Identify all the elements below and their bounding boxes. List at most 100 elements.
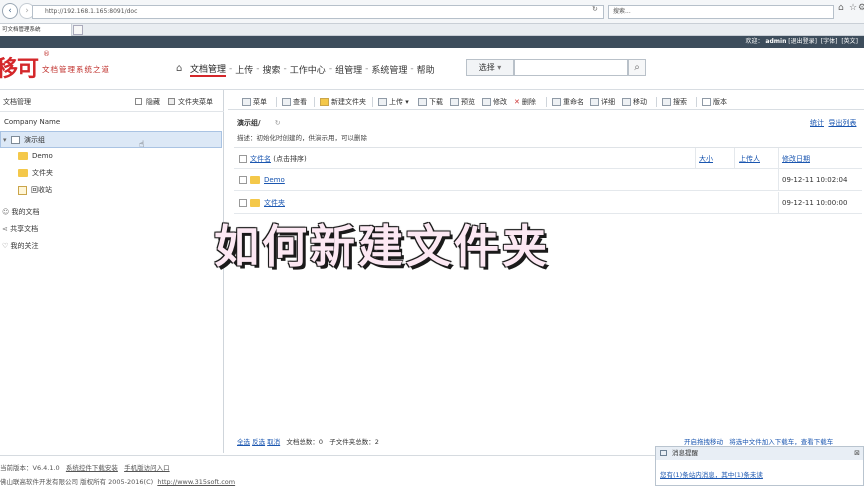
search-scope-select[interactable]: 选择 ▾ (466, 59, 514, 76)
message-title: 消息提醒 (672, 449, 698, 457)
toolbar-edit[interactable]: 修改 (482, 94, 507, 110)
tree-folder-label: 回收站 (31, 186, 52, 194)
sidebar-header: 文档管理 隐藏 文件夹菜单 (0, 92, 224, 112)
logo-tagline: 文档管理系统之道 (42, 65, 110, 74)
row-name-link[interactable]: 文件夹 (264, 199, 285, 207)
sidebar-my-documents[interactable]: ☺ 我的文档 (0, 204, 222, 221)
message-body-link[interactable]: 您有(1)条站内消息，其中(1)条未读 (660, 469, 763, 479)
close-icon[interactable]: ⊠ (854, 447, 860, 460)
search-input[interactable] (514, 59, 628, 76)
toolbar-new-folder[interactable]: 新建文件夹 (320, 94, 366, 110)
stats-link-wrap: 统计 导出列表 (810, 118, 856, 128)
toolbar-divider (314, 97, 315, 107)
nav-doc-management[interactable]: 文档管理 (190, 62, 227, 77)
nav-help[interactable]: 帮助 (417, 63, 435, 76)
toolbar-download[interactable]: 下载 (418, 94, 443, 110)
folder-description: 描述：初始化时创建的，供演示用，可以删除 (237, 134, 367, 142)
logout-link[interactable]: [退出登录] (788, 38, 817, 45)
hide-button[interactable]: 隐藏 (146, 92, 160, 112)
toolbar-version[interactable]: 版本 (702, 94, 727, 110)
invert-selection-link[interactable]: 反选 (252, 438, 265, 446)
tree-folder-demo[interactable]: Demo (0, 148, 222, 165)
cancel-selection-link[interactable]: 取消 (267, 438, 280, 446)
download-cart-link[interactable]: 将选中文件加入下载车，查看下载车 (729, 438, 833, 446)
stats-link[interactable]: 统计 (810, 119, 824, 127)
tree-recycle-bin[interactable]: 回收站 (0, 182, 222, 199)
row-checkbox[interactable] (239, 199, 247, 207)
column-size[interactable]: 大小 (699, 148, 713, 170)
folder-menu-button[interactable]: 文件夹菜单 (178, 92, 213, 112)
sidebar-my-follows[interactable]: ♡ 我的关注 (0, 238, 222, 255)
preview-icon (450, 98, 459, 106)
folder-icon (250, 176, 260, 184)
toolbar-label: 预览 (461, 98, 475, 106)
plugin-download-link[interactable]: 系统控件下载安装 (66, 464, 118, 472)
chevron-down-icon: ▾ (497, 63, 502, 72)
tree-company[interactable]: Company Name (0, 114, 222, 131)
search-scope-label: 选择 (478, 63, 495, 72)
toolbar-search[interactable]: 搜索 (662, 94, 687, 110)
refresh-icon[interactable]: ↻ (275, 119, 281, 127)
row-checkbox[interactable] (239, 176, 247, 184)
current-path: 演示组/ (237, 119, 261, 127)
toolbar-label: 重命名 (563, 98, 584, 106)
column-uploader[interactable]: 上传人 (739, 148, 760, 170)
address-bar[interactable]: http://192.168.1.165:8091/doc (32, 5, 604, 19)
main-nav: 文档管理 - 上传 - 搜索 - 工作中心 - 组管理 - 系统管理 - 帮助 (190, 62, 435, 77)
font-link[interactable]: [字体] (821, 38, 838, 45)
toolbar-delete[interactable]: ✕ 删除 (514, 94, 536, 110)
toolbar-divider (656, 97, 657, 107)
chevron-down-icon[interactable]: ▾ (3, 136, 7, 144)
tree-group-selected[interactable]: ▾ 演示组 (0, 131, 222, 148)
nav-system-management[interactable]: 系统管理 (371, 63, 407, 76)
toolbar-move[interactable]: 移动 (622, 94, 647, 110)
nav-search[interactable]: 搜索 (263, 63, 281, 76)
mobile-entry-link[interactable]: 手机版访问入口 (124, 464, 170, 472)
breadcrumb: 演示组/ ↻ (237, 118, 281, 128)
toolbar-menu[interactable]: 菜单 (242, 94, 267, 110)
column-name[interactable]: 文件名 (250, 155, 271, 163)
sidebar-shared-documents[interactable]: ⋖ 共享文档 (0, 221, 222, 238)
toolbar-rename[interactable]: 重命名 (552, 94, 584, 110)
home-icon[interactable]: ⌂ (838, 3, 844, 13)
select-all-checkbox[interactable] (239, 155, 247, 163)
nav-separator: - (283, 64, 287, 74)
new-tab-button[interactable] (73, 25, 83, 35)
nav-separator: - (410, 64, 414, 74)
language-link[interactable]: [英文] (841, 38, 858, 45)
toolbar-preview[interactable]: 预览 (450, 94, 475, 110)
table-row[interactable]: Demo 09-12-11 10:02:04 (234, 169, 862, 191)
settings-gear-icon[interactable]: ⚙ (858, 3, 864, 13)
toolbar-details[interactable]: 详细 (590, 94, 615, 110)
search-icon[interactable]: ⌕ (628, 59, 646, 76)
version-text: 当前版本：V6.4.1.0 (0, 464, 60, 472)
column-modified[interactable]: 修改日期 (782, 148, 810, 170)
table-header: 文件名 (点击排序) 大小 上传人 修改日期 (234, 147, 862, 169)
toolbar-view[interactable]: 查看 (282, 94, 307, 110)
refresh-icon[interactable]: ↻ (592, 5, 598, 13)
browser-search-input[interactable]: 搜索... (608, 5, 834, 19)
toolbar-label: 下载 (429, 98, 443, 106)
nav-upload[interactable]: 上传 (235, 63, 253, 76)
browser-tab-active[interactable]: 可文档管理系统 (0, 24, 72, 36)
toolbar-label: 新建文件夹 (331, 98, 366, 106)
favorites-star-icon[interactable]: ☆ (849, 3, 857, 13)
back-icon[interactable]: ‹ (2, 3, 18, 19)
site-link[interactable]: http://www.315soft.com (157, 478, 235, 486)
tree-folder-folder[interactable]: 文件夹 (0, 165, 222, 182)
drag-move-link[interactable]: 开启拖拽移动 (684, 438, 723, 446)
user-icon: ☺ (2, 208, 10, 216)
nav-work-center[interactable]: 工作中心 (290, 63, 326, 76)
tree-folder-label: 文件夹 (32, 169, 53, 177)
rename-icon (552, 98, 561, 106)
subfolder-count: 2 (374, 438, 379, 446)
toolbar-upload[interactable]: 上传 ▾ (378, 94, 409, 110)
message-popup-header: 消息提醒 ⊠ (656, 447, 863, 460)
column-divider (734, 148, 735, 168)
nav-group-management[interactable]: 组管理 (335, 63, 362, 76)
select-all-link[interactable]: 全选 (237, 438, 250, 446)
row-name-link[interactable]: Demo (264, 176, 285, 184)
toolbar-label: 菜单 (253, 98, 267, 106)
export-list-link[interactable]: 导出列表 (828, 119, 856, 127)
home-nav-icon[interactable]: ⌂ (176, 63, 182, 74)
